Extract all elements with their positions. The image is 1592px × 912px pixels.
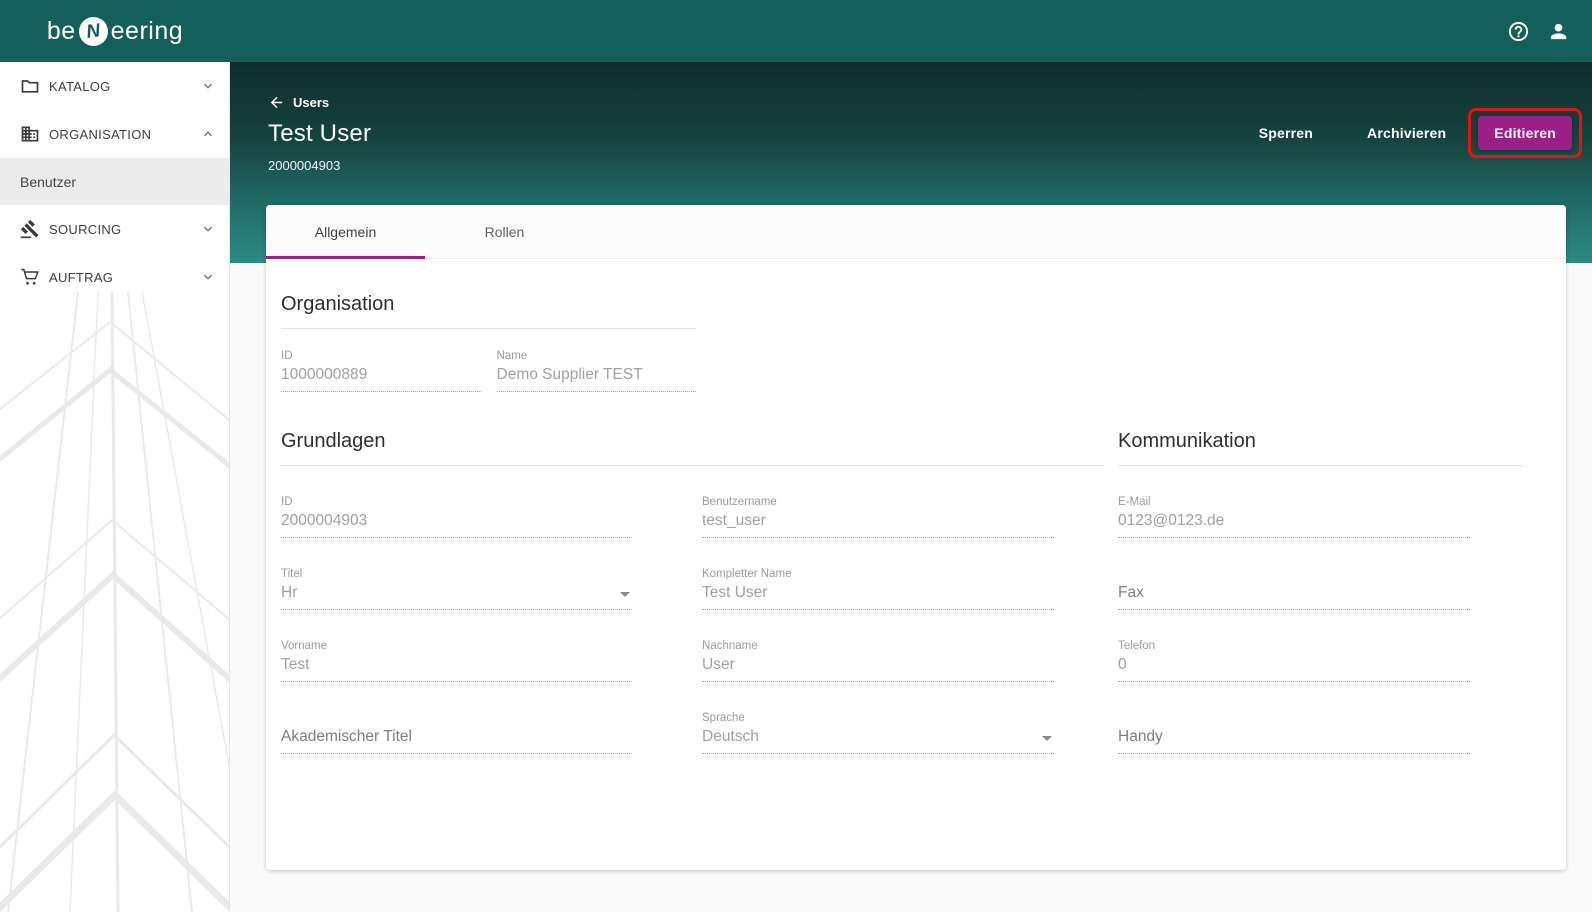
section-title: Grundlagen — [281, 430, 386, 452]
field-label: E-Mail — [1118, 496, 1151, 508]
logo-text-pre: be — [46, 16, 76, 45]
sidebar-item-label: KATALOG — [49, 78, 111, 94]
form-content: Organisation ID 1000000889 Name Demo Sup… — [266, 259, 1566, 754]
field-value: Test — [281, 655, 632, 682]
tab-bar: Allgemein Rollen — [266, 205, 1566, 259]
gavel-icon — [20, 219, 39, 239]
akademischer-titel-field[interactable]: Akademischer Titel — [281, 727, 632, 754]
dropdown-arrow-icon — [620, 592, 630, 597]
sidebar-item-auftrag[interactable]: AUFTRAG — [0, 253, 229, 301]
field-placeholder: Handy — [1118, 727, 1470, 754]
logo-text-post: eering — [110, 16, 184, 45]
section-title: Kommunikation — [1118, 430, 1256, 452]
sidebar-subitem-label: Benutzer — [20, 173, 77, 190]
field-value: Hr — [281, 583, 632, 610]
benutzername-field: Benutzername test_user — [702, 495, 1054, 538]
tab-rollen[interactable]: Rollen — [425, 205, 584, 258]
help-icon[interactable] — [1507, 20, 1530, 43]
dropdown-arrow-icon — [1042, 736, 1052, 741]
sidebar-item-label: AUFTRAG — [49, 269, 114, 285]
sprache-select[interactable]: Sprache Deutsch — [702, 711, 1054, 754]
back-link-label: Users — [293, 95, 330, 110]
cart-icon — [21, 268, 39, 285]
page-subtitle: 2000004903 — [268, 158, 341, 173]
field-label: Benutzername — [702, 496, 777, 508]
header-actions: Sperren Archivieren Editieren — [1241, 107, 1582, 158]
section-kommunikation: Kommunikation E-Mail 0123@0123.de Fax Te… — [1118, 429, 1524, 754]
sidebar: KATALOG ORGANISATION Benutzer SOURCING A… — [0, 62, 230, 912]
section-title: Organisation — [281, 293, 395, 315]
field-placeholder: Akademischer Titel — [281, 727, 632, 754]
field-label: Titel — [281, 568, 303, 580]
sidebar-item-label: SOURCING — [49, 221, 122, 237]
field-label: ID — [281, 496, 293, 508]
sidebar-nav: KATALOG ORGANISATION Benutzer SOURCING A… — [0, 62, 229, 301]
field-placeholder: Fax — [1118, 583, 1470, 610]
building-watermark-image — [0, 292, 229, 912]
chevron-up-icon — [204, 131, 212, 137]
field-value: 1000000889 — [281, 365, 482, 392]
detail-card: Allgemein Rollen Organisation ID 1000000… — [266, 205, 1566, 870]
field-value: 2000004903 — [281, 511, 632, 538]
field-label: Name — [496, 350, 528, 362]
account-icon[interactable] — [1547, 20, 1570, 43]
back-link[interactable]: Users — [268, 94, 371, 111]
section-grundlagen: Grundlagen ID 2000004903 Benutzername te… — [281, 429, 1104, 754]
titel-select[interactable]: Titel Hr — [281, 567, 632, 610]
telefon-field: Telefon 0 — [1118, 639, 1470, 682]
field-value: test_user — [702, 511, 1054, 538]
org-name-field: Name Demo Supplier TEST — [496, 349, 696, 392]
chevron-down-icon — [204, 83, 212, 89]
field-label: Kompletter Name — [702, 568, 792, 580]
field-value: Demo Supplier TEST — [496, 365, 696, 392]
fax-field[interactable]: Fax — [1118, 583, 1470, 610]
annotation-highlight-box: Editieren — [1468, 107, 1582, 158]
nachname-field: Nachname User — [702, 639, 1054, 682]
org-id-field: ID 1000000889 — [281, 349, 482, 392]
kompletter-name-field: Kompletter Name Test User — [702, 567, 1054, 610]
field-value: Deutsch — [702, 727, 1054, 754]
field-label: Nachname — [702, 640, 758, 652]
field-value: User — [702, 655, 1054, 682]
id-field: ID 2000004903 — [281, 495, 632, 538]
logo-n-icon: N — [76, 14, 110, 48]
field-value: 0 — [1118, 655, 1470, 682]
sidebar-item-label: ORGANISATION — [49, 126, 152, 142]
field-label: Telefon — [1118, 640, 1156, 652]
chevron-down-icon — [204, 226, 212, 232]
sidebar-item-sourcing[interactable]: SOURCING — [0, 205, 229, 253]
organisation-icon — [21, 126, 39, 142]
section-organisation: Organisation ID 1000000889 Name Demo Sup… — [281, 292, 696, 392]
field-value: 0123@0123.de — [1118, 511, 1470, 538]
field-value: Test User — [702, 583, 1054, 610]
chevron-down-icon — [204, 274, 212, 280]
sperren-button[interactable]: Sperren — [1241, 117, 1331, 149]
editieren-button[interactable]: Editieren — [1478, 115, 1572, 150]
field-label: ID — [281, 350, 293, 362]
sidebar-item-organisation[interactable]: ORGANISATION — [0, 110, 229, 158]
back-arrow-icon — [270, 96, 283, 109]
field-label: Sprache — [702, 712, 745, 724]
folder-icon — [21, 80, 39, 93]
field-label: Vorname — [281, 640, 328, 652]
page-header-text: Users Test User 2000004903 — [268, 94, 371, 173]
sidebar-item-katalog[interactable]: KATALOG — [0, 62, 229, 110]
handy-field[interactable]: Handy — [1118, 727, 1470, 754]
page-title: Test User — [268, 120, 372, 147]
email-field: E-Mail 0123@0123.de — [1118, 495, 1470, 538]
appbar-actions — [1507, 20, 1592, 43]
vorname-field: Vorname Test — [281, 639, 632, 682]
sidebar-item-benutzer[interactable]: Benutzer — [0, 158, 229, 205]
app-bar: be Neering — [0, 0, 1592, 62]
beneering-logo: be Neering — [0, 14, 230, 48]
archivieren-button[interactable]: Archivieren — [1349, 117, 1464, 149]
tab-allgemein[interactable]: Allgemein — [266, 205, 425, 259]
